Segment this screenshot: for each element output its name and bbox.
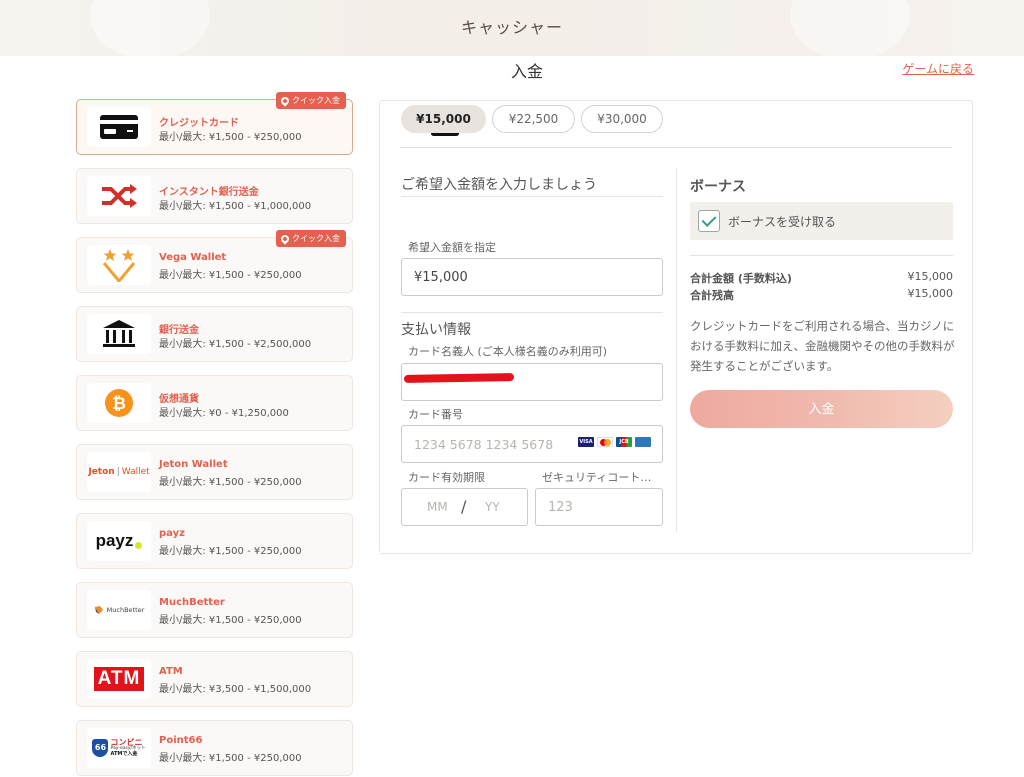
method-name: 仮想通貨 <box>159 394 199 405</box>
bitcoin-icon: ₿ <box>87 383 151 423</box>
total-amount-label: 合計金額 (手数料込) <box>690 272 792 285</box>
cvc-input[interactable] <box>535 488 663 526</box>
point66-logo: 66 コンビニ Pay-easy/ネット ATMで入金 <box>87 728 151 768</box>
method-credit-card[interactable]: クレジットカード 最小/最大: ¥1,500 - ¥250,000 クイック入金 <box>76 92 353 155</box>
method-name: クレジットカード <box>159 118 239 129</box>
credit-card-icon <box>87 107 151 147</box>
method-range: 最小/最大: ¥1,500 - ¥250,000 <box>159 753 302 764</box>
expiry-label: カード有効期限 <box>408 471 485 484</box>
method-name: Vega Wallet <box>159 252 227 263</box>
fee-notice: クレジットカードをご利用される場合、当カジノにおける手数料に加え、金融機関やその… <box>690 319 955 373</box>
method-vega-wallet[interactable]: Vega Wallet 最小/最大: ¥1,500 - ¥250,000 クイッ… <box>76 230 353 293</box>
quick-deposit-badge: クイック入金 <box>276 92 346 109</box>
bonus-checkbox[interactable] <box>698 210 720 232</box>
bank-icon <box>87 314 151 354</box>
custom-amount-label: 希望入金額を指定 <box>408 241 496 254</box>
quick-deposit-badge: クイック入金 <box>276 230 346 247</box>
method-payz[interactable]: payz payz 最小/最大: ¥1,500 - ¥250,000 <box>76 513 353 569</box>
method-range: 最小/最大: ¥1,500 - ¥250,000 <box>159 615 302 626</box>
method-range: 最小/最大: ¥1,500 - ¥1,000,000 <box>159 201 312 212</box>
method-jeton-wallet[interactable]: Jeton | Wallet Jeton Wallet 最小/最大: ¥1,500 … <box>76 444 353 500</box>
method-muchbetter[interactable]: MuchBetter MuchBetter 最小/最大: ¥1,500 - ¥2… <box>76 582 353 638</box>
payment-section-title: 支払い情報 <box>401 322 471 338</box>
divider <box>400 147 952 148</box>
bonus-checkbox-label[interactable]: ボーナスを受け取る <box>728 213 836 230</box>
total-balance-label: 合計残高 <box>690 289 734 302</box>
flame-icon <box>279 94 291 107</box>
method-range: 最小/最大: ¥1,500 - ¥250,000 <box>159 546 302 557</box>
method-crypto[interactable]: ₿ 仮想通貨 最小/最大: ¥0 - ¥1,250,000 <box>76 375 353 431</box>
method-name: Point66 <box>159 735 203 746</box>
method-name: インスタント銀行送金 <box>159 187 259 198</box>
bonus-title: ボーナス <box>690 179 746 195</box>
card-number-label: カード番号 <box>408 408 463 421</box>
bonus-option[interactable]: ボーナスを受け取る <box>690 202 953 240</box>
vega-wallet-logo <box>87 245 151 285</box>
deposit-button[interactable]: 入金 <box>690 390 953 428</box>
back-to-game-link[interactable]: ゲームに戻る <box>902 60 974 77</box>
method-name: payz <box>159 528 185 539</box>
method-range: 最小/最大: ¥3,500 - ¥1,500,000 <box>159 684 312 695</box>
amount-preset-15000[interactable]: ¥15,000 <box>401 105 486 133</box>
method-range: 最小/最大: ¥1,500 - ¥250,000 <box>159 270 302 281</box>
atm-logo: ATM <box>87 659 151 699</box>
expiry-year-placeholder[interactable]: YY <box>485 500 500 514</box>
payz-logo: payz <box>87 521 151 561</box>
expiry-separator: / <box>461 497 467 516</box>
total-amount-value: ¥15,000 <box>907 270 954 283</box>
card-holder-label: カード名義人 (ご本人様名義のみ利用可) <box>408 345 608 358</box>
amount-preset-30000[interactable]: ¥30,000 <box>581 105 663 133</box>
jcb-icon: JCB <box>616 437 632 447</box>
svg-text:₿: ₿ <box>112 394 126 414</box>
divider <box>401 312 663 313</box>
header-title: キャッシャー <box>460 18 563 37</box>
method-range: 最小/最大: ¥1,500 - ¥250,000 <box>159 477 302 488</box>
method-atm[interactable]: ATM ATM 最小/最大: ¥3,500 - ¥1,500,000 <box>76 651 353 707</box>
flame-icon <box>279 232 291 245</box>
method-name: ATM <box>159 666 183 677</box>
method-name: Jeton Wallet <box>159 459 228 470</box>
jeton-logo: Jeton | Wallet <box>87 452 151 492</box>
divider <box>690 255 953 256</box>
card-brand-icons: VISA JCB <box>578 437 651 447</box>
amount-preset-22500[interactable]: ¥22,500 <box>492 105 575 133</box>
mastercard-icon <box>597 437 613 447</box>
page-title: 入金 <box>510 62 543 81</box>
method-name: 銀行送金 <box>159 325 199 336</box>
method-range: 最小/最大: ¥0 - ¥1,250,000 <box>159 408 289 419</box>
divider <box>676 168 677 532</box>
amex-icon <box>635 437 651 447</box>
method-point66[interactable]: 66 コンビニ Pay-easy/ネット ATMで入金 Point66 最小/最… <box>76 720 353 776</box>
muchbetter-logo: MuchBetter <box>87 590 151 630</box>
method-range: 最小/最大: ¥1,500 - ¥250,000 <box>159 132 302 143</box>
cashier-header: キャッシャー <box>0 0 1024 60</box>
divider <box>401 196 663 197</box>
cvc-label: ゼキュリティコート… <box>542 471 652 484</box>
custom-amount-input[interactable] <box>401 258 663 296</box>
amount-section-title: ご希望入金額を入力しましょう <box>401 177 597 193</box>
method-bank-transfer[interactable]: 銀行送金 最小/最大: ¥1,500 - ¥2,500,000 <box>76 306 353 362</box>
method-name: MuchBetter <box>159 597 225 608</box>
total-balance-value: ¥15,000 <box>907 287 954 300</box>
visa-icon: VISA <box>578 437 594 447</box>
method-range: 最小/最大: ¥1,500 - ¥2,500,000 <box>159 339 312 350</box>
method-instant-bank[interactable]: インスタント銀行送金 最小/最大: ¥1,500 - ¥1,000,000 <box>76 168 353 224</box>
expiry-input[interactable]: MM / YY <box>401 488 528 526</box>
shuffle-icon <box>87 176 151 216</box>
expiry-month-placeholder[interactable]: MM <box>427 500 448 514</box>
